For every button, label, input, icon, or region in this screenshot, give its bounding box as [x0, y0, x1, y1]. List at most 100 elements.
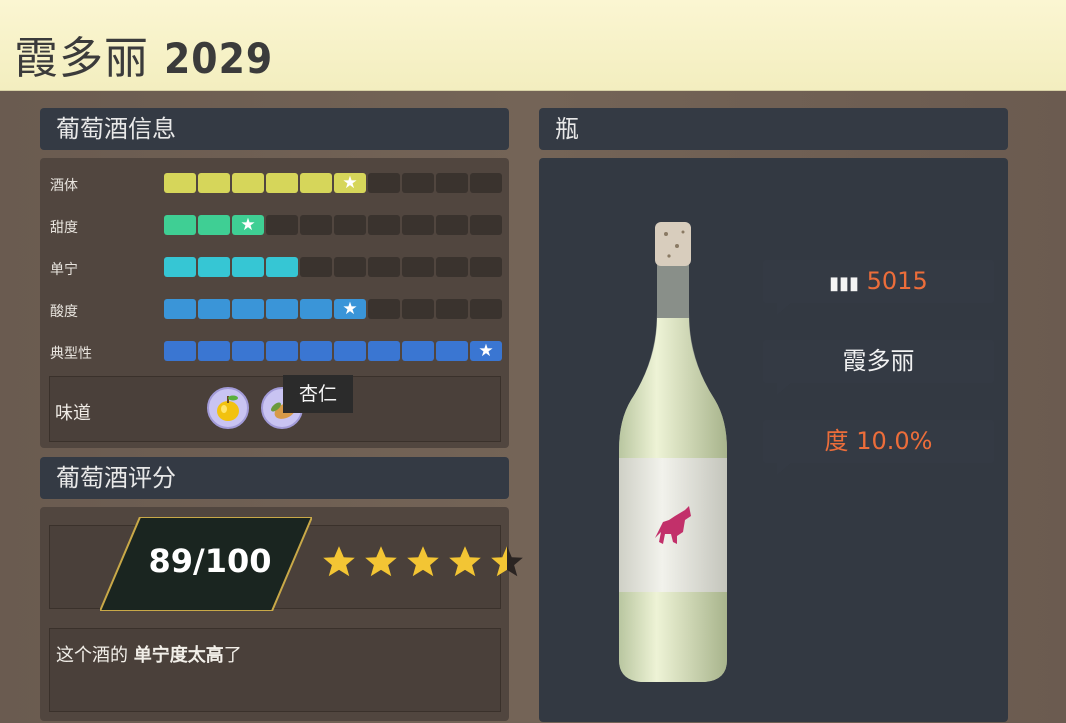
- star-icon: ★: [478, 341, 494, 361]
- bar-segment: [232, 257, 264, 277]
- bar-segment: [470, 257, 502, 277]
- attribute-bar: ★: [164, 173, 502, 193]
- abv-bubble: 度 10.0%: [763, 420, 994, 475]
- bar-segment: [164, 173, 196, 193]
- bar-segment: [198, 173, 230, 193]
- star-icon: ★: [342, 173, 358, 193]
- wine-name: 霞多丽: [14, 33, 149, 84]
- bar-segment: [368, 257, 400, 277]
- flavor-label: 味道: [55, 403, 91, 424]
- bubble-tail: [777, 383, 791, 395]
- bar-segment: [402, 257, 434, 277]
- bar-segment: [470, 173, 502, 193]
- bar-segment: [470, 215, 502, 235]
- bar-segment: [436, 173, 468, 193]
- bar-segment: [300, 215, 332, 235]
- bar-segment: [232, 341, 264, 361]
- bar-segment: [300, 299, 332, 319]
- title-bar: 霞多丽 2029: [0, 0, 1066, 91]
- rating-star-icon: [449, 546, 481, 577]
- bar-segment: [164, 299, 196, 319]
- bar-segment: ★: [232, 215, 264, 235]
- bar-segment: [334, 215, 366, 235]
- bottle-header: 瓶: [539, 108, 1008, 150]
- bar-segment: [198, 215, 230, 235]
- attribute-label: 单宁: [50, 262, 78, 278]
- bar-segment: ★: [334, 299, 366, 319]
- star-icon: ★: [342, 299, 358, 319]
- bar-segment: [368, 215, 400, 235]
- bar-segment: [198, 341, 230, 361]
- attribute-bar: ★: [164, 215, 502, 235]
- varietal-bubble: 霞多丽: [763, 340, 994, 395]
- rating-star-icon: [365, 546, 397, 577]
- bottle-count-bubble: ▮▮▮ 5015: [763, 260, 994, 315]
- attribute-label: 酒体: [50, 178, 78, 194]
- bar-segment: [300, 173, 332, 193]
- abv-value: 10.0%: [856, 427, 933, 455]
- bar-segment: [436, 299, 468, 319]
- bubble-tail: [777, 463, 791, 475]
- attribute-label: 酸度: [50, 304, 78, 320]
- review-highlight: 单宁度太高: [133, 645, 224, 666]
- bar-segment: [436, 341, 468, 361]
- bar-segment: [300, 341, 332, 361]
- review-suffix: 了: [223, 645, 242, 666]
- varietal-name: 霞多丽: [842, 347, 915, 375]
- bar-segment: [402, 299, 434, 319]
- bar-segment: [436, 257, 468, 277]
- bar-segment: [368, 341, 400, 361]
- rating-star-icon: [323, 546, 355, 577]
- bar-segment: [368, 299, 400, 319]
- attribute-label: 甜度: [50, 220, 78, 236]
- bubble-tail: [777, 303, 791, 315]
- wine-rating-header: 葡萄酒评分: [40, 457, 509, 499]
- bar-segment: [232, 173, 264, 193]
- review-text: 这个酒的 单宁度太高了: [56, 641, 242, 667]
- bar-segment: [266, 299, 298, 319]
- wine-info-panel: 味道 酒体 ★ 甜度 ★ 单宁酸度 ★ 典型性 ★: [40, 158, 509, 448]
- bar-segment: [402, 173, 434, 193]
- bar-segment: ★: [470, 341, 502, 361]
- bar-segment: [266, 257, 298, 277]
- review-box: 这个酒的 单宁度太高了: [49, 628, 501, 712]
- flavor-tooltip: 杏仁: [283, 375, 353, 413]
- bar-segment: [368, 173, 400, 193]
- rating-star-icon: [407, 546, 439, 577]
- bar-segment: [164, 341, 196, 361]
- bottle-count: 5015: [866, 267, 928, 295]
- bar-segment: [164, 257, 196, 277]
- abv-prefix: 度: [824, 427, 849, 455]
- wine-info-header: 葡萄酒信息: [40, 108, 509, 150]
- bar-segment: [402, 215, 434, 235]
- attribute-label: 典型性: [50, 346, 92, 362]
- rating-stars: [320, 543, 526, 581]
- bar-segment: [436, 215, 468, 235]
- review-prefix: 这个酒的: [56, 645, 134, 666]
- bar-segment: [334, 257, 366, 277]
- wine-rating-panel: 89/100 这个酒的 单宁度太高了: [40, 507, 523, 721]
- bar-segment: [164, 215, 196, 235]
- attribute-bar: ★: [164, 341, 502, 361]
- bar-segment: [266, 341, 298, 361]
- bar-segment: [300, 257, 332, 277]
- bar-segment: [402, 341, 434, 361]
- flavor-box: 味道: [49, 376, 501, 442]
- bar-segment: [232, 299, 264, 319]
- wine-bottle[interactable]: [611, 220, 735, 682]
- bar-segment: [266, 173, 298, 193]
- attribute-bar: [164, 257, 502, 277]
- bar-segment: [266, 215, 298, 235]
- apple-icon[interactable]: [207, 387, 249, 429]
- bar-segment: ★: [334, 173, 366, 193]
- bar-segment: [470, 299, 502, 319]
- attribute-bar: ★: [164, 299, 502, 319]
- bar-segment: [198, 257, 230, 277]
- bottles-icon: ▮▮▮: [829, 273, 859, 294]
- wine-title: 霞多丽 2029: [14, 22, 273, 86]
- bar-segment: [198, 299, 230, 319]
- wine-year: 2029: [164, 34, 274, 83]
- rating-star-icon: [491, 546, 523, 577]
- star-icon: ★: [240, 215, 256, 235]
- score-value: 89/100: [148, 542, 272, 580]
